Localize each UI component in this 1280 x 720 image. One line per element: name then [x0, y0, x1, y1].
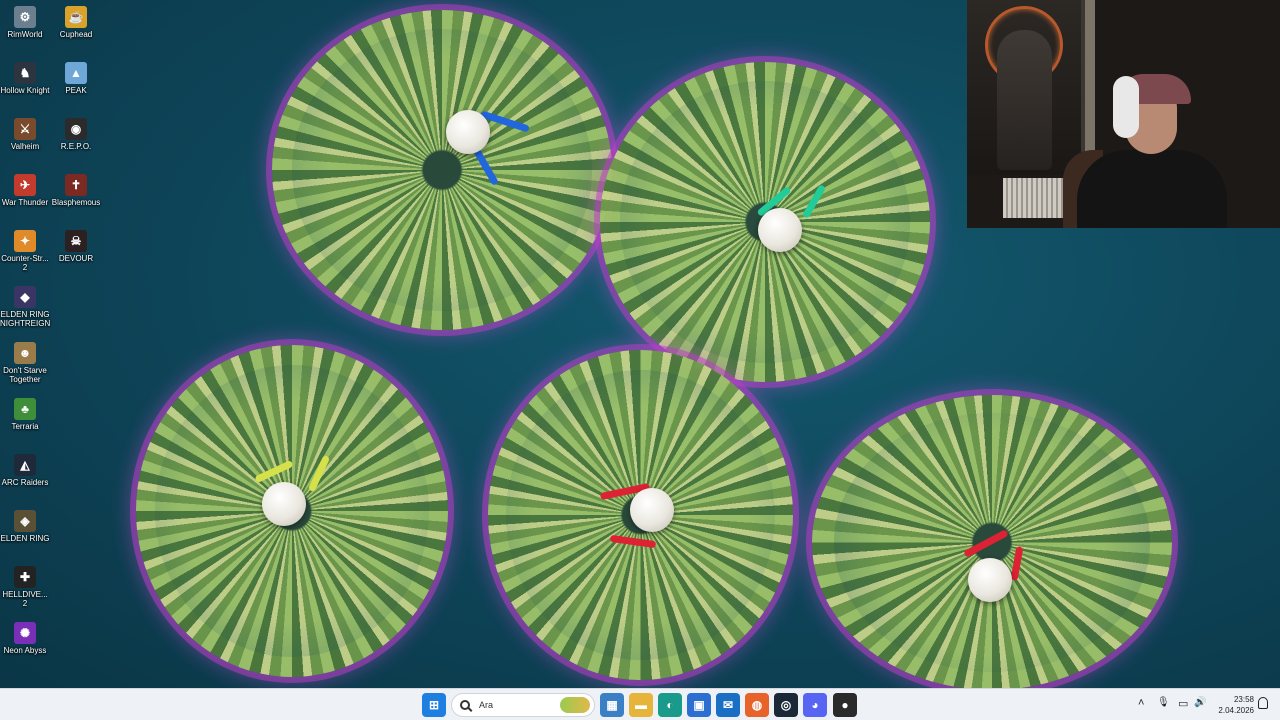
desktop-icon-blasphemous[interactable]: ✝ Blasphemous — [51, 174, 101, 207]
file-explorer-button[interactable]: ▬ — [629, 693, 653, 717]
network-icon[interactable]: ▭ — [1178, 697, 1188, 710]
desktop-icon-dont-starve[interactable]: ☻ Don't Starve Together — [0, 342, 50, 384]
desktop-icon-label: Hollow Knight — [0, 86, 50, 95]
desktop-icon-label: RimWorld — [7, 30, 43, 39]
discord-icon: ◕ — [811, 698, 819, 712]
elden-ring-nightreign-icon: ◆ — [14, 286, 36, 308]
desktop-icon-peak[interactable]: ▲ PEAK — [51, 62, 101, 95]
microphone-icon[interactable]: 🎙 — [1157, 697, 1170, 708]
blasphemous-icon: ✝ — [65, 174, 87, 196]
headphones-icon — [1113, 76, 1139, 138]
search-icon — [460, 700, 470, 710]
firefox-icon: ◍ — [751, 698, 763, 712]
outlook-icon: ✉ — [722, 698, 734, 712]
desktop-icon-label: DEVOUR — [58, 254, 94, 263]
desktop-icon-label: Cuphead — [59, 30, 93, 39]
clock[interactable]: 23:58 2.04.2026 — [1212, 694, 1254, 716]
valheim-icon: ⚔ — [14, 118, 36, 140]
wallpaper-figure-hat — [446, 110, 490, 154]
obs-button[interactable]: ● — [833, 693, 857, 717]
terraria-icon: ♣ — [14, 398, 36, 420]
webcam-person-body — [1077, 150, 1227, 228]
repo-icon: ◉ — [65, 118, 87, 140]
desktop-icon-terraria[interactable]: ♣ Terraria — [0, 398, 50, 431]
desktop-icon-label: ELDEN RING — [0, 534, 50, 543]
search-input[interactable]: Ara — [451, 693, 595, 717]
windows-start-icon: ⊞ — [428, 698, 440, 712]
desktop-icon-elden-ring-nightreign[interactable]: ◆ ELDEN RING NIGHTREIGN — [0, 286, 50, 328]
desktop-icon-label: PEAK — [65, 86, 87, 95]
elden-ring-icon: ◈ — [14, 510, 36, 532]
taskbar: ⊞ ▦ ▬ ◐ ▣ ✉ ◍ ◎ ◕ ● Ara ˄ 🎙 ▭ 🔊 23:58 2.04.2026 — [0, 688, 1280, 720]
hollow-knight-icon: ♞ — [14, 62, 36, 84]
wallpaper-figure-hat — [758, 208, 802, 252]
discord-button[interactable]: ◕ — [803, 693, 827, 717]
counter-strike-icon: ✦ — [14, 230, 36, 252]
dont-starve-icon: ☻ — [14, 342, 36, 364]
firefox-button[interactable]: ◍ — [745, 693, 769, 717]
desktop-icon-label: ELDEN RING NIGHTREIGN — [0, 310, 51, 328]
desktop-icon-elden-ring[interactable]: ◈ ELDEN RING — [0, 510, 50, 543]
poster-figure — [997, 30, 1052, 170]
rimworld-icon: ⚙ — [14, 6, 36, 28]
desktop-icon-label: ARC Raiders — [1, 478, 49, 487]
helldivers-icon: ✚ — [14, 566, 36, 588]
desktop-icon-label: Neon Abyss — [3, 646, 47, 655]
steam-button[interactable]: ◎ — [774, 693, 798, 717]
desktop-icon-war-thunder[interactable]: ✈ War Thunder — [0, 174, 50, 207]
widgets-button[interactable]: ▦ — [600, 693, 624, 717]
edge-button[interactable]: ◐ — [658, 693, 682, 717]
show-hidden-icons-icon[interactable]: ˄ — [1138, 697, 1144, 709]
wallpaper-figure-hat — [262, 482, 306, 526]
start-button[interactable]: ⊞ — [422, 693, 446, 717]
widgets-icon: ▦ — [606, 698, 618, 712]
desktop-icon-rimworld[interactable]: ⚙ RimWorld — [0, 6, 50, 39]
desktop-icon-label: Blasphemous — [51, 198, 101, 207]
desktop-icon-label: Valheim — [10, 142, 40, 151]
wallpaper-figure-hat — [968, 558, 1012, 602]
devour-icon: ☠ — [65, 230, 87, 252]
desktop-icon-counter-strike[interactable]: ✦ Counter-Str... 2 — [0, 230, 50, 272]
desktop-icon-devour[interactable]: ☠ DEVOUR — [51, 230, 101, 263]
desktop-icon-label: HELLDIVE... 2 — [2, 590, 48, 608]
edge-icon: ◐ — [666, 698, 674, 712]
search-placeholder: Ara — [479, 700, 494, 710]
desktop-icon-label: Terraria — [11, 422, 39, 431]
wallpaper-figure-hat — [630, 488, 674, 532]
notification-bell-icon[interactable] — [1258, 697, 1268, 709]
webcam-poster — [967, 0, 1085, 175]
volume-icon[interactable]: 🔊 — [1194, 697, 1206, 708]
outlook-button[interactable]: ✉ — [716, 693, 740, 717]
store-icon: ▣ — [693, 698, 705, 712]
desktop-icon-label: Don't Starve Together — [3, 366, 47, 384]
wallpaper-flower — [272, 10, 612, 330]
desktop-icon-helldivers[interactable]: ✚ HELLDIVE... 2 — [0, 566, 50, 608]
webcam-radiator — [1003, 178, 1065, 218]
store-button[interactable]: ▣ — [687, 693, 711, 717]
clock-time: 23:58 — [1233, 695, 1254, 704]
arc-raiders-icon: ◭ — [14, 454, 36, 476]
obs-icon: ● — [841, 698, 849, 712]
desktop-icon-label: R.E.P.O. — [60, 142, 92, 151]
desktop-icon-arc-raiders[interactable]: ◭ ARC Raiders — [0, 454, 50, 487]
desktop-icon-cuphead[interactable]: ☕ Cuphead — [51, 6, 101, 39]
webcam-overlay — [967, 0, 1280, 228]
desktop-icon-neon-abyss[interactable]: ✺ Neon Abyss — [0, 622, 50, 655]
steam-icon: ◎ — [780, 698, 792, 712]
war-thunder-icon: ✈ — [14, 174, 36, 196]
desktop-icon-hollow-knight[interactable]: ♞ Hollow Knight — [0, 62, 50, 95]
desktop-icon-repo[interactable]: ◉ R.E.P.O. — [51, 118, 101, 151]
clock-date: 2.04.2026 — [1218, 706, 1254, 715]
desktop-icon-label: War Thunder — [1, 198, 49, 207]
folder-icon: ▬ — [635, 698, 647, 712]
desktop-icon-valheim[interactable]: ⚔ Valheim — [0, 118, 50, 151]
desktop-icon-label: Counter-Str... 2 — [1, 254, 49, 272]
search-highlight-icon — [560, 697, 590, 713]
peak-icon: ▲ — [65, 62, 87, 84]
neon-abyss-icon: ✺ — [14, 622, 36, 644]
cuphead-icon: ☕ — [65, 6, 87, 28]
